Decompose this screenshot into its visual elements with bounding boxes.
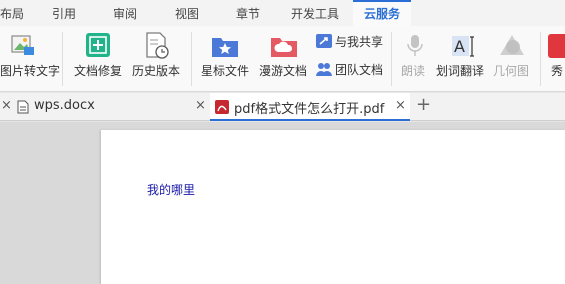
menu-tab-references[interactable]: 引用 [52,0,82,26]
ribbon-separator [391,32,392,86]
pic-to-text-label: 图片转文字 [0,64,61,78]
microphone-icon [407,35,423,56]
history-version-icon [146,32,169,59]
doc-repair-button[interactable]: 文档修复 [70,26,126,92]
share-icon [316,34,332,48]
star-file-button[interactable]: 星标文件 [198,26,254,92]
document-workspace: 我的哪里 [0,122,565,284]
document-text[interactable]: 我的哪里 [147,181,195,198]
team-doc-label: 团队文档 [335,63,384,77]
roaming-folder-icon [271,38,297,57]
document-tab-pdf[interactable]: pdf格式文件怎么打开.pdf × [210,93,410,121]
doc-repair-label: 文档修复 [74,64,123,78]
geometry-button[interactable]: 几何图 [492,26,536,92]
read-aloud-label: 朗读 [401,64,426,78]
roaming-doc-label: 漫游文档 [259,64,308,78]
menu-tab-developer[interactable]: 开发工具 [291,0,346,26]
document-page[interactable]: 我的哪里 [101,130,565,284]
shared-with-me-label: 与我共享 [335,35,384,49]
word-translate-button[interactable]: A 划词翻译 [434,26,490,92]
geometry-icon [500,35,524,55]
document-tab-wps[interactable]: wps.docx × [10,93,208,121]
roaming-doc-button[interactable]: 漫游文档 [256,26,312,92]
wps-doc-icon [17,100,29,114]
ribbon-toolbar: 图片转文字 文档修复 历史版本 星标文件 漫游文档 与我共享 团队文档 朗读 A… [0,26,565,92]
menu-tab-view[interactable]: 视图 [175,0,205,26]
ribbon-separator [191,32,192,86]
menu-tab-cloud-service[interactable]: 云服务 [353,0,411,26]
star-folder-icon [212,38,238,57]
svg-text:A: A [454,37,465,56]
close-tab-icon[interactable]: × [395,98,406,113]
read-aloud-button[interactable]: 朗读 [397,26,431,92]
geometry-label: 几何图 [493,64,530,78]
partial-label: 秀 [551,64,564,78]
menu-tab-chapter[interactable]: 章节 [236,0,266,26]
menu-bar: 布局 引用 审阅 视图 章节 开发工具 云服务 [0,0,565,26]
partial-ribbon-button[interactable]: 秀 [545,26,565,92]
word-translate-label: 划词翻译 [436,64,485,78]
close-tab-icon[interactable]: × [195,98,206,113]
ribbon-separator [62,32,63,86]
new-tab-button[interactable]: + [416,94,431,115]
picture-to-text-icon [11,35,34,55]
history-version-button[interactable]: 历史版本 [130,26,186,92]
history-version-label: 历史版本 [132,64,181,78]
tab-title: wps.docx [34,98,95,113]
ribbon-separator [540,32,541,86]
team-icon [316,63,332,76]
doc-repair-icon [86,33,110,57]
team-doc-button[interactable]: 团队文档 [314,58,388,82]
menu-tab-layout[interactable]: 布局 [0,0,30,26]
document-tab-bar: × wps.docx × pdf格式文件怎么打开.pdf × + [0,93,565,121]
pdf-icon [215,100,229,114]
translate-icon: A [452,36,474,57]
pic-to-text-button[interactable]: 图片转文字 [0,26,61,92]
shared-with-me-button[interactable]: 与我共享 [314,30,388,54]
menu-tab-review[interactable]: 审阅 [113,0,143,26]
tab-title: pdf格式文件怎么打开.pdf [234,102,385,117]
star-file-label: 星标文件 [201,64,250,78]
partial-red-icon [548,34,565,58]
